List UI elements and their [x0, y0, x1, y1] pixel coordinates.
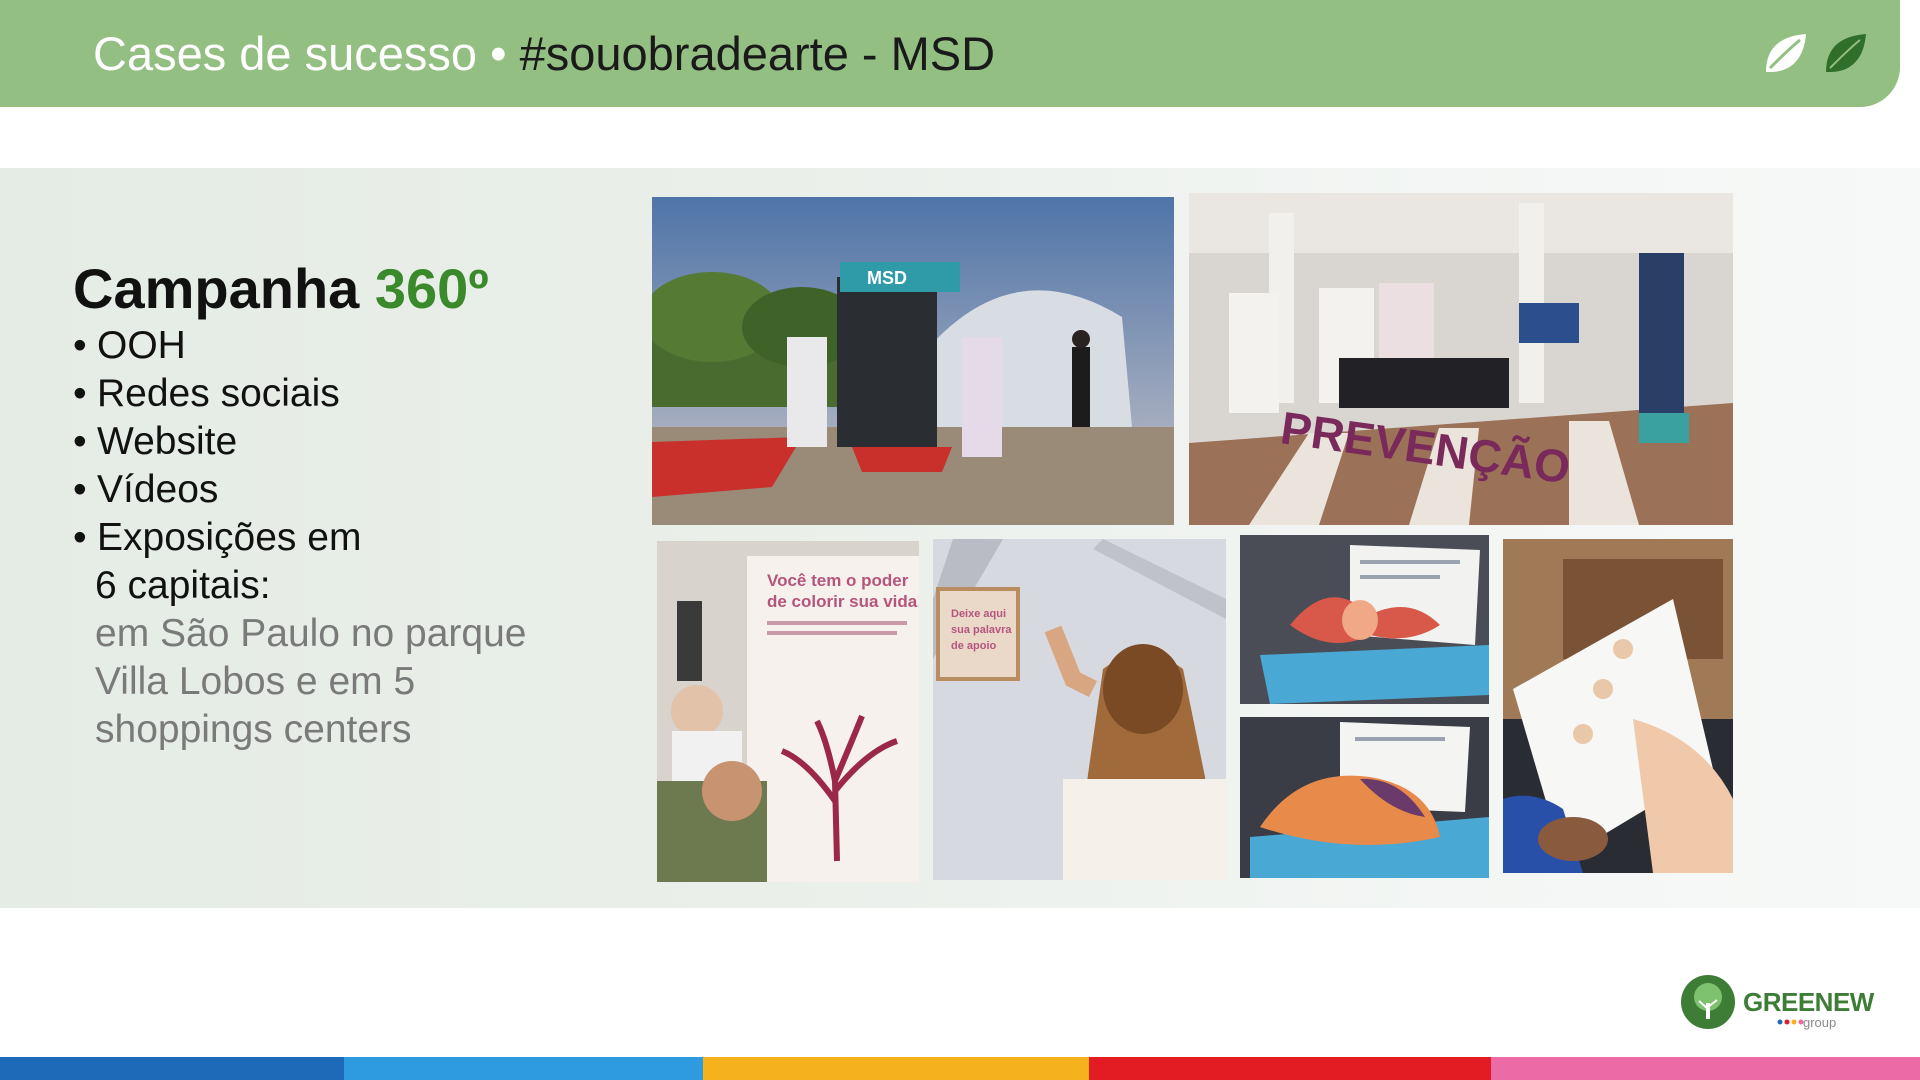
heading-label: Campanha	[73, 257, 375, 320]
logo-wordmark: GREENEW	[1743, 987, 1874, 1017]
photo-mall-exhibition: PREVENÇÃO	[1189, 193, 1733, 525]
photo-anatomy-model	[1240, 717, 1489, 878]
color-segment	[344, 1057, 703, 1080]
tent-sign-text: MSD	[867, 268, 907, 288]
color-segment	[1089, 1057, 1491, 1080]
board-sign-line: sua palavra	[951, 624, 1012, 636]
bullet-item: • Vídeos	[73, 468, 219, 511]
detail-line: Villa Lobos e em 5	[95, 660, 416, 703]
bullet-item: • OOH	[73, 324, 186, 367]
tree-logo-icon	[1681, 975, 1735, 1029]
campaign-heading: Campanha 360º	[73, 254, 489, 324]
title-section: Cases de sucesso •	[93, 27, 520, 80]
color-segment	[703, 1057, 1089, 1080]
photo-leaflet	[1503, 539, 1733, 873]
detail-line: shoppings centers	[95, 708, 412, 751]
leaf-solid-icon	[1826, 34, 1866, 72]
poster-heading-line: Você tem o poder	[767, 571, 909, 590]
photo-writing-board: Deixe aqui sua palavra de apoio	[933, 539, 1226, 880]
title-hashtag: #souobradearte - MSD	[519, 27, 996, 80]
photo-tree-poster: Você tem o poder de colorir sua vida!	[657, 541, 919, 882]
photo-anatomy-model	[1240, 535, 1489, 704]
bullet-item: • Exposições em	[73, 516, 362, 559]
logo-subtitle: group	[1803, 1015, 1837, 1030]
heading-number: 360º	[374, 257, 489, 320]
board-sign-line: de apoio	[951, 640, 997, 652]
bullet-continuation: 6 capitais:	[95, 564, 271, 607]
greenew-logo: GREENEW group	[1681, 975, 1874, 1031]
photo-tent-exhibition: MSD	[652, 197, 1174, 525]
color-segment	[1491, 1057, 1920, 1080]
header-bar: Cases de sucesso • #souobradearte - MSD	[0, 0, 1900, 107]
poster-heading-line: de colorir sua vida!	[767, 592, 919, 611]
bullet-item: • Website	[73, 420, 238, 463]
board-sign-line: Deixe aqui	[951, 608, 1006, 620]
color-segment	[0, 1057, 344, 1080]
bottom-color-bar	[0, 1057, 1920, 1080]
detail-line: em São Paulo no parque	[95, 612, 527, 655]
bullet-item: • Redes sociais	[73, 372, 340, 415]
leaf-outline-icon	[1766, 34, 1806, 72]
slide-title: Cases de sucesso • #souobradearte - MSD	[93, 24, 995, 84]
bullet-list: • OOH • Redes sociais • Website • Vídeos • Ex…	[73, 322, 633, 754]
